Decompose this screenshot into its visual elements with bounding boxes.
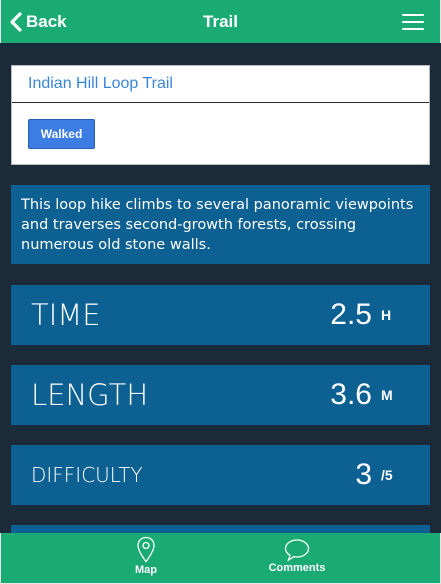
nav-comments-label: Comments bbox=[268, 562, 326, 574]
trail-description: This loop hike climbs to several panoram… bbox=[11, 185, 430, 264]
time-value: 2.5 bbox=[330, 298, 372, 331]
difficulty-unit: /5 bbox=[381, 467, 393, 483]
stat-panel-partial bbox=[11, 525, 430, 533]
nav-map-label: Map bbox=[135, 564, 157, 576]
difficulty-stat: DIFFICULTY 3 /5 bbox=[11, 445, 430, 505]
back-button[interactable]: Back bbox=[9, 0, 67, 43]
length-stat: LENGTH 3.6 M bbox=[11, 365, 430, 425]
length-unit: M bbox=[381, 387, 393, 403]
map-pin-icon bbox=[137, 536, 155, 563]
chevron-left-icon bbox=[10, 11, 22, 32]
trail-name: Indian Hill Loop Trail bbox=[12, 66, 429, 103]
nav-map[interactable]: Map bbox=[71, 533, 221, 584]
length-value: 3.6 bbox=[330, 378, 372, 411]
bottom-nav-bar: Map Comments bbox=[0, 533, 441, 584]
time-unit: H bbox=[381, 307, 392, 323]
length-label: LENGTH bbox=[31, 378, 149, 412]
back-label: Back bbox=[26, 11, 67, 31]
nav-comments[interactable]: Comments bbox=[222, 533, 372, 584]
walked-button[interactable]: Walked bbox=[28, 119, 95, 149]
top-app-bar: Back Trail bbox=[0, 0, 441, 43]
trail-detail-content: Indian Hill Loop Trail Walked This loop … bbox=[0, 43, 441, 533]
trail-card: Indian Hill Loop Trail Walked bbox=[11, 65, 430, 165]
difficulty-label: DIFFICULTY bbox=[31, 463, 143, 487]
time-label: TIME bbox=[31, 298, 101, 332]
comment-bubble-icon bbox=[284, 539, 310, 562]
hamburger-menu-icon[interactable] bbox=[402, 14, 424, 30]
time-stat: TIME 2.5 H bbox=[11, 285, 430, 345]
difficulty-value: 3 bbox=[355, 458, 372, 491]
